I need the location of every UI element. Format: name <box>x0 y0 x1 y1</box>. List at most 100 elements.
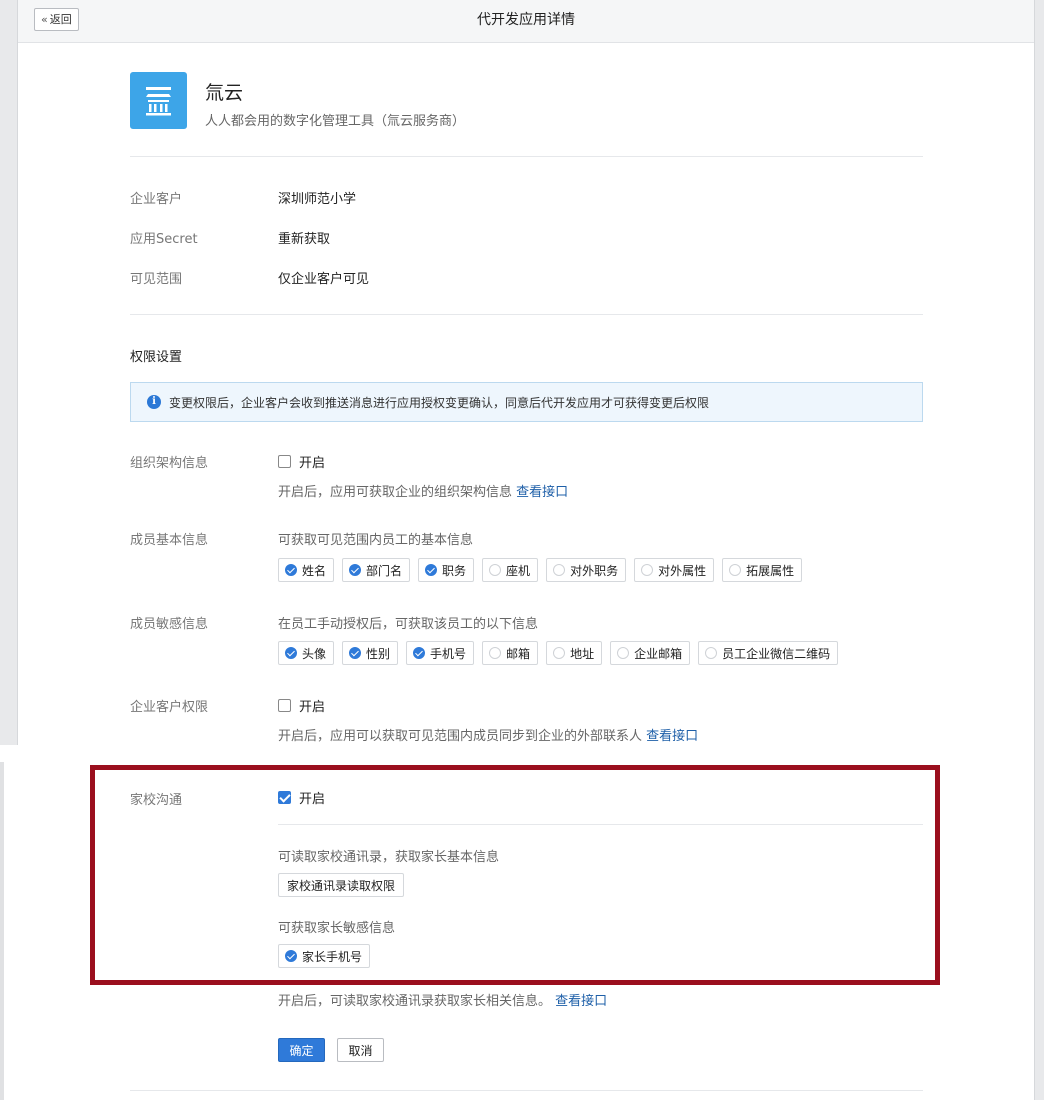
org-toggle[interactable]: 开启 <box>278 452 325 471</box>
empty-circle-icon <box>729 564 742 576</box>
left-panel-edge <box>0 0 18 745</box>
member-sensitive-tag-label: 地址 <box>570 646 595 661</box>
divider <box>130 314 923 315</box>
home-school-contacts-tag: 家校通讯录读取权限 <box>278 873 405 897</box>
member-sensitive-tag-label: 邮箱 <box>506 646 531 661</box>
home-school-toggle[interactable]: 开启 <box>278 788 325 807</box>
check-circle-icon <box>349 647 362 659</box>
org-label: 组织架构信息 <box>130 456 209 471</box>
member-sensitive-tag[interactable]: 手机号 <box>406 641 475 665</box>
member-basic-desc: 可获取可见范围内员工的基本信息 <box>278 533 474 548</box>
member-basic-tag-label: 对外属性 <box>658 563 707 578</box>
right-panel-edge <box>1034 0 1044 1100</box>
member-sensitive-tag-label: 手机号 <box>430 646 467 661</box>
parent-phone-tag[interactable]: 家长手机号 <box>278 944 371 968</box>
highlight-annotation-box <box>90 765 940 985</box>
customer-perm-api-link[interactable]: 查看接口 <box>646 729 698 744</box>
home-school-footer-text: 开启后，可读取家校通讯录获取家长相关信息。 <box>278 994 552 1009</box>
member-sensitive-tag-label: 头像 <box>302 646 327 661</box>
scope-value: 仅企业客户可见 <box>278 272 370 287</box>
org-toggle-label: 开启 <box>299 456 326 471</box>
member-sensitive-tag-label: 企业邮箱 <box>634 646 683 661</box>
member-basic-tag-label: 部门名 <box>366 563 403 578</box>
member-sensitive-desc: 在员工手动授权后，可获取该员工的以下信息 <box>278 617 539 632</box>
refresh-secret-link[interactable]: 重新获取 <box>278 228 330 247</box>
check-circle-icon <box>285 647 297 659</box>
customer-perm-toggle[interactable]: 开启 <box>278 696 325 715</box>
info-icon: i <box>147 395 161 409</box>
empty-circle-icon <box>553 564 566 576</box>
customer-perm-checkbox[interactable] <box>278 699 291 712</box>
member-sensitive-tag[interactable]: 地址 <box>546 641 603 665</box>
org-checkbox[interactable] <box>278 455 291 468</box>
home-school-api-link[interactable]: 查看接口 <box>555 994 607 1009</box>
empty-circle-icon <box>489 564 502 576</box>
empty-circle-icon <box>617 647 630 659</box>
cancel-button[interactable]: 取消 <box>337 1038 384 1062</box>
app-summary: 氚云 人人都会用的数字化管理工具（氚云服务商） <box>130 72 923 157</box>
page-title: 代开发应用详情 <box>477 12 575 28</box>
empty-circle-icon <box>641 564 654 576</box>
member-basic-tag[interactable]: 拓展属性 <box>722 558 803 582</box>
home-school-sensitive-desc: 可获取家长敏感信息 <box>278 921 396 936</box>
member-basic-tag-label: 座机 <box>506 563 531 578</box>
member-basic-tag-label: 对外职务 <box>570 563 619 578</box>
member-sensitive-tag[interactable]: 企业邮箱 <box>610 641 691 665</box>
member-basic-tag[interactable]: 部门名 <box>342 558 411 582</box>
member-sensitive-label: 成员敏感信息 <box>130 617 209 632</box>
permission-notice: i 变更权限后，企业客户会收到推送消息进行应用授权变更确认，同意后代开发应用才可… <box>130 382 923 422</box>
app-logo-icon <box>146 87 171 116</box>
app-logo <box>130 72 187 129</box>
scope-label: 可见范围 <box>130 272 183 287</box>
customer-perm-toggle-label: 开启 <box>299 700 326 715</box>
permissions-title: 权限设置 <box>130 350 183 365</box>
member-basic-tag-label: 拓展属性 <box>746 563 795 578</box>
empty-circle-icon <box>553 647 566 659</box>
check-circle-icon <box>425 564 438 576</box>
parent-phone-tag-label: 家长手机号 <box>302 949 363 964</box>
member-basic-tag[interactable]: 座机 <box>482 558 539 582</box>
customer-perm-desc: 开启后，应用可以获取可见范围内成员同步到企业的外部联系人 查看接口 <box>278 725 698 744</box>
confirm-button[interactable]: 确定 <box>278 1038 325 1062</box>
empty-circle-icon <box>705 647 718 659</box>
home-school-sensitive-tags: 家长手机号 <box>278 944 371 968</box>
notice-text: 变更权限后，企业客户会收到推送消息进行应用授权变更确认，同意后代开发应用才可获得… <box>169 395 710 410</box>
home-school-contacts-desc: 可读取家校通讯录，获取家长基本信息 <box>278 850 500 865</box>
member-basic-label: 成员基本信息 <box>130 533 209 548</box>
member-basic-tag[interactable]: 对外属性 <box>634 558 715 582</box>
member-sensitive-tag[interactable]: 邮箱 <box>482 641 539 665</box>
org-desc: 开启后，应用可获取企业的组织架构信息 查看接口 <box>278 481 568 500</box>
member-sensitive-tag-label: 员工企业微信二维码 <box>722 646 831 661</box>
bottom-divider <box>130 1090 923 1091</box>
member-sensitive-tag-label: 性别 <box>366 646 391 661</box>
member-basic-tag-label: 职务 <box>442 563 467 578</box>
member-sensitive-tag[interactable]: 性别 <box>342 641 399 665</box>
member-sensitive-tag[interactable]: 头像 <box>278 641 335 665</box>
page-header: « 返回 代开发应用详情 <box>18 0 1034 43</box>
org-desc-text: 开启后，应用可获取企业的组织架构信息 <box>278 485 513 500</box>
home-school-divider <box>278 824 923 825</box>
app-name: 氚云 <box>205 82 244 104</box>
home-school-footer-desc: 开启后，可读取家校通讯录获取家长相关信息。 查看接口 <box>278 990 607 1009</box>
member-sensitive-tags: 头像 性别 手机号 邮箱 地址 企业邮箱 员工企业微信二维码 <box>278 641 839 665</box>
member-basic-tag[interactable]: 对外职务 <box>546 558 627 582</box>
left-panel-edge-lower <box>0 762 4 1100</box>
app-description: 人人都会用的数字化管理工具（氚云服务商） <box>205 114 466 129</box>
customer-perm-label: 企业客户权限 <box>130 700 209 715</box>
customer-perm-desc-text: 开启后，应用可以获取可见范围内成员同步到企业的外部联系人 <box>278 729 643 744</box>
home-school-toggle-label: 开启 <box>299 792 326 807</box>
member-basic-tag[interactable]: 姓名 <box>278 558 335 582</box>
org-api-link[interactable]: 查看接口 <box>516 485 568 500</box>
member-sensitive-tag[interactable]: 员工企业微信二维码 <box>698 641 839 665</box>
customer-label: 企业客户 <box>130 192 183 207</box>
home-school-checkbox[interactable] <box>278 791 291 804</box>
empty-circle-icon <box>489 647 502 659</box>
home-school-label: 家校沟通 <box>130 793 183 808</box>
member-basic-tag[interactable]: 职务 <box>418 558 475 582</box>
member-basic-tag-label: 姓名 <box>302 563 327 578</box>
check-circle-icon <box>349 564 362 576</box>
secret-label: 应用Secret <box>130 232 198 247</box>
member-basic-tags: 姓名 部门名 职务 座机 对外职务 对外属性 拓展属性 <box>278 558 803 582</box>
check-circle-icon <box>285 564 297 576</box>
customer-value: 深圳师范小学 <box>278 192 357 207</box>
